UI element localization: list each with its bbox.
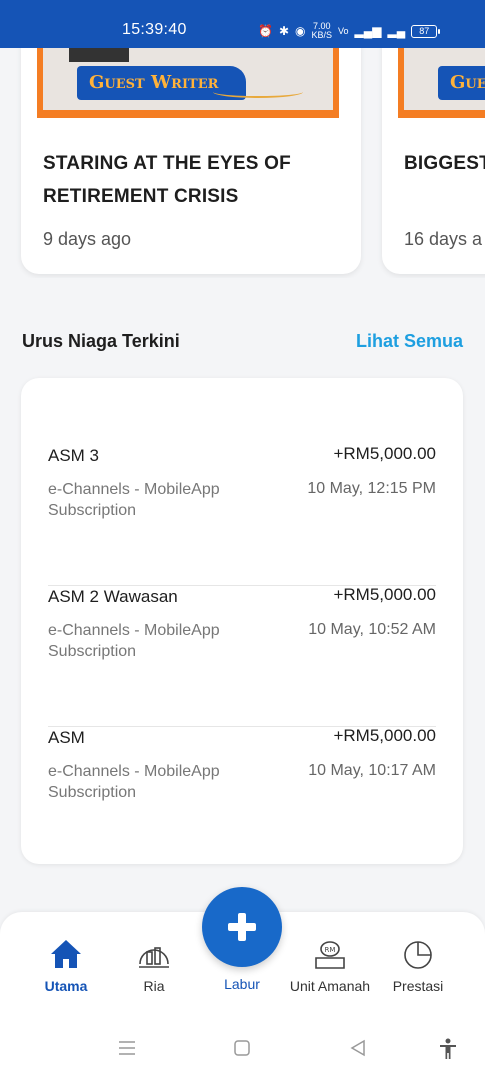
location-icon: ◉ — [295, 24, 306, 38]
transaction-description: e-Channels - MobileApp Subscription — [48, 481, 220, 519]
labur-button[interactable] — [202, 887, 282, 967]
news-title: BIGGEST INVESTIN — [404, 153, 485, 174]
news-card[interactable]: Guest Writer STARING AT THE EYES OF RETI… — [21, 48, 361, 274]
back-icon[interactable] — [348, 1038, 368, 1063]
network-speed-unit: KB/S — [311, 30, 333, 40]
battery-icon: 87 — [411, 24, 441, 38]
chart-icon — [104, 932, 204, 970]
nav-item-unit-amanah[interactable]: RM Unit Amanah — [280, 932, 380, 994]
transaction-row[interactable]: ASM 2 Wawasan +RM5,000.00 e-Channels - M… — [48, 585, 436, 727]
system-nav-bar — [0, 1030, 485, 1070]
signal-icon-2: ▂▄ — [387, 24, 406, 38]
nav-item-prestasi[interactable]: Prestasi — [368, 932, 468, 994]
news-banner: Guest Writer — [37, 48, 339, 118]
view-all-link[interactable]: Lihat Semua — [356, 331, 463, 352]
nav-label-ria: Ria — [143, 978, 165, 994]
nav-item-ria[interactable]: Ria — [104, 932, 204, 994]
menu-icon[interactable] — [117, 1038, 137, 1063]
transaction-amount: +RM5,000.00 — [333, 444, 436, 463]
transaction-description: e-Channels - MobileApp Subscription — [48, 622, 220, 660]
battery-level: 87 — [419, 26, 430, 36]
news-carousel[interactable]: Guest Writer STARING AT THE EYES OF RETI… — [0, 48, 485, 278]
transaction-date: 10 May, 10:52 AM — [308, 621, 436, 638]
accessibility-icon[interactable] — [438, 1038, 458, 1065]
news-title: STARING AT THE EYES OF RETIREMENT CRISIS — [43, 153, 291, 207]
nav-item-home[interactable]: Utama — [16, 932, 116, 994]
svg-text:RM: RM — [325, 946, 336, 954]
home-icon — [16, 932, 116, 970]
transaction-name: ASM — [48, 728, 85, 747]
news-card[interactable]: Guest BIGGEST INVESTIN 16 days a — [382, 48, 485, 274]
banner-photo — [69, 48, 129, 62]
transaction-amount: +RM5,000.00 — [333, 726, 436, 745]
news-age: 16 days a — [404, 229, 483, 249]
transaction-row[interactable]: ASM +RM5,000.00 e-Channels - MobileApp S… — [48, 726, 436, 868]
nav-label-labur: Labur — [224, 976, 260, 992]
banner-swoosh — [213, 86, 303, 98]
transaction-name: ASM 3 — [48, 446, 100, 465]
news-banner: Guest — [398, 48, 485, 118]
plus-icon — [228, 913, 256, 941]
status-bar: 15:39:40 ⏰ ✱ ◉ 7.00 KB/S Vo ▂▄▆ ▂▄ 87 — [0, 0, 485, 48]
signal-icon: ▂▄▆ — [354, 24, 382, 38]
transaction-name: ASM 2 Wawasan — [48, 587, 178, 606]
transaction-description: e-Channels - MobileApp Subscription — [48, 763, 220, 801]
section-title: Urus Niaga Terkini — [22, 331, 180, 351]
rm-wallet-icon: RM — [280, 932, 380, 970]
transaction-amount: +RM5,000.00 — [333, 585, 436, 604]
news-age: 9 days ago — [43, 229, 132, 249]
transaction-row[interactable]: ASM 3 +RM5,000.00 e-Channels - MobileApp… — [48, 444, 436, 586]
banner-label: Guest — [438, 66, 485, 100]
alarm-icon: ⏰ — [258, 24, 273, 38]
transactions-card: ASM 3 +RM5,000.00 e-Channels - MobileApp… — [21, 378, 463, 864]
transaction-date: 10 May, 12:15 PM — [307, 480, 436, 497]
status-icons: ⏰ ✱ ◉ 7.00 KB/S Vo ▂▄▆ ▂▄ 87 — [258, 22, 441, 40]
nav-label-unit-amanah: Unit Amanah — [289, 978, 371, 994]
bluetooth-icon: ✱ — [278, 24, 290, 38]
volte-icon: Vo — [338, 26, 349, 36]
pie-chart-icon — [368, 932, 468, 970]
transaction-date: 10 May, 10:17 AM — [308, 762, 436, 779]
nav-label-home: Utama — [44, 978, 88, 994]
home-button-icon[interactable] — [232, 1038, 252, 1063]
status-time: 15:39:40 — [122, 21, 187, 38]
nav-label-prestasi: Prestasi — [392, 978, 444, 994]
